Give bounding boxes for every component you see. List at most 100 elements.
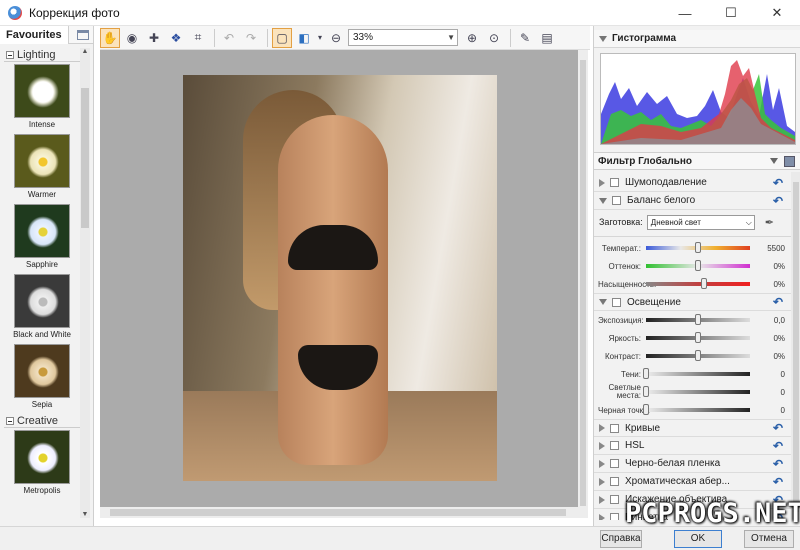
hsl-checkbox[interactable] [610, 441, 619, 450]
maximize-button[interactable]: ☐ [708, 0, 754, 26]
saturation-slider[interactable] [646, 278, 750, 289]
expand-icon [599, 513, 605, 520]
reset-icon[interactable]: ↶ [773, 439, 783, 453]
ok-button[interactable]: OK [674, 530, 722, 548]
adjustments-panel: Гистограмма Фильтр Глобально Шумоподавле… [593, 26, 800, 526]
split-view-icon[interactable]: ◧ [294, 28, 314, 48]
param-brightness: Яркость: 0% [608, 332, 785, 343]
filter-lighting[interactable]: Освещение ↶ [594, 293, 791, 311]
help-button[interactable]: Справка [600, 530, 642, 548]
zoom-select[interactable]: 33% ▼ [348, 29, 458, 46]
param-contrast: Контраст: 0% [605, 350, 785, 361]
expand-icon [599, 424, 605, 432]
expand-icon [599, 495, 605, 504]
single-view-icon[interactable]: ▢ [272, 27, 292, 48]
bottom-bar: Справка OK Отмена [0, 526, 800, 550]
zoom-in-icon[interactable]: ⊕ [462, 28, 482, 48]
view-dropdown-icon[interactable]: ▾ [316, 28, 324, 48]
scroll-up-icon: ▲ [81, 48, 89, 55]
collapse-icon[interactable] [770, 158, 778, 164]
chevron-down-icon: ⌵ [745, 217, 752, 227]
canvas-hscrollbar[interactable] [100, 507, 578, 518]
contrast-slider[interactable] [646, 350, 750, 361]
preset-black-and-white[interactable]: Black and White [4, 274, 80, 344]
crop-icon[interactable]: ⌗ [188, 28, 208, 48]
filter-header[interactable]: Фильтр Глобально [594, 152, 800, 170]
canvas-vscrollbar[interactable] [578, 50, 588, 518]
reset-icon[interactable]: ↶ [773, 194, 783, 208]
curves-checkbox[interactable] [610, 423, 619, 433]
highlights-slider[interactable] [643, 386, 750, 397]
filter-curves[interactable]: Кривые ↶ [594, 419, 791, 437]
collapse-icon [599, 299, 607, 305]
favourites-tab[interactable]: Favourites [0, 25, 69, 44]
toolbar: ✋ ◉ ✚ ❖ ⌗ ↶ ↷ ▢ ◧ ▾ ⊖ 33% ▼ ⊕ ⊙ ✎ ▤ [100, 26, 590, 50]
clone-stamp-icon[interactable]: ❖ [166, 28, 186, 48]
exposure-slider[interactable] [646, 314, 750, 325]
preset-sapphire[interactable]: Sapphire [4, 204, 80, 274]
shadows-slider[interactable] [643, 368, 750, 379]
reset-icon[interactable]: ↶ [773, 457, 783, 471]
app-icon [8, 5, 22, 20]
brightness-slider[interactable] [646, 332, 750, 343]
window-title: Коррекция фото [29, 5, 120, 20]
tint-slider[interactable] [646, 260, 750, 271]
eyedropper-icon[interactable]: ✒ [765, 216, 774, 229]
favourites-panel: Favourites Lighting Intense Warmer Sapph… [0, 25, 94, 526]
white-balance-checkbox[interactable] [612, 196, 621, 205]
scroll-down-icon: ▼ [81, 511, 89, 518]
save-icon[interactable] [784, 155, 795, 167]
bw-film-checkbox[interactable] [610, 459, 619, 468]
filter-noise-reduction[interactable]: Шумоподавление ↶ [594, 174, 791, 192]
histogram [600, 53, 796, 145]
noise-checkbox[interactable] [610, 178, 619, 187]
photo-canvas[interactable] [100, 50, 588, 507]
collapse-icon[interactable] [6, 50, 14, 59]
expand-icon [599, 477, 605, 486]
filter-hsl[interactable]: HSL ↶ [594, 437, 791, 455]
preset-intense[interactable]: Intense [4, 64, 80, 134]
filters-scrollbar[interactable] [791, 172, 800, 522]
param-black-point: Черная точка: 0 [598, 404, 785, 415]
reset-icon[interactable]: ↶ [773, 475, 783, 489]
preset-sepia[interactable]: Sepia [4, 344, 80, 414]
filter-chromatic-aberration[interactable]: Хроматическая абер... ↶ [594, 473, 791, 491]
undo-icon[interactable]: ↶ [219, 28, 239, 48]
collapse-icon [599, 35, 607, 42]
hand-tool-icon[interactable]: ✋ [100, 27, 120, 48]
cancel-button[interactable]: Отмена [744, 530, 794, 548]
reset-icon[interactable]: ↶ [773, 295, 783, 309]
category-lighting[interactable]: Lighting [4, 48, 80, 62]
filter-bw-film[interactable]: Черно-белая пленка ↶ [594, 455, 791, 473]
red-eye-icon[interactable]: ◉ [122, 28, 142, 48]
zoom-fit-icon[interactable]: ⊙ [484, 28, 504, 48]
param-tint: Оттенок: 0% [608, 260, 785, 271]
category-creative[interactable]: Creative [4, 414, 80, 428]
chromatic-checkbox[interactable] [610, 477, 619, 486]
minimize-button[interactable]: — [662, 0, 708, 26]
redo-icon[interactable]: ↷ [241, 28, 261, 48]
close-button[interactable]: ✕ [754, 0, 800, 26]
lens-checkbox[interactable] [610, 495, 619, 504]
preset-warmer[interactable]: Warmer [4, 134, 80, 204]
chevron-down-icon: ▼ [447, 33, 455, 42]
temperature-slider[interactable] [646, 242, 750, 253]
preset-list: Lighting Intense Warmer Sapphire Black a… [4, 48, 80, 518]
lighting-checkbox[interactable] [612, 297, 621, 307]
reset-icon[interactable]: ↶ [773, 421, 783, 435]
preset-metropolis[interactable]: Metropolis [4, 430, 80, 500]
healing-brush-icon[interactable]: ✚ [144, 28, 164, 48]
reset-icon[interactable]: ↶ [773, 176, 783, 190]
histogram-header[interactable]: Гистограмма [594, 30, 800, 48]
collapse-icon[interactable] [6, 416, 14, 425]
vignette-checkbox[interactable] [610, 513, 619, 520]
black-point-slider[interactable] [643, 404, 750, 415]
brush-settings-icon[interactable]: ✎ [515, 28, 535, 48]
param-saturation: Насыщенность: 0% [598, 278, 785, 289]
filter-icon[interactable] [77, 29, 89, 40]
filter-white-balance[interactable]: Баланс белого ↶ [594, 192, 791, 210]
compare-icon[interactable]: ▤ [537, 28, 557, 48]
presets-scrollbar[interactable]: ▲ ▼ [80, 48, 90, 518]
white-balance-preset-select[interactable]: Дневной свет ⌵ [646, 214, 755, 230]
zoom-out-icon[interactable]: ⊖ [326, 28, 346, 48]
